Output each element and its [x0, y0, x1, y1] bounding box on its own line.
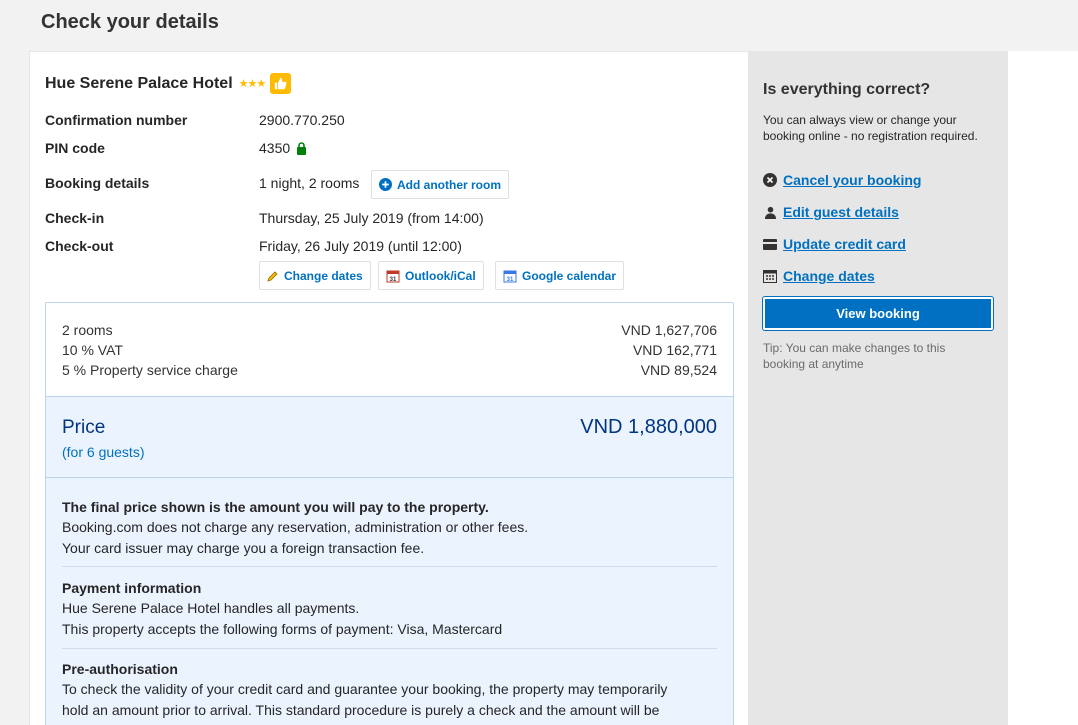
final-price-line: Your card issuer may charge you a foreig… [62, 540, 425, 556]
cancel-circle-icon [763, 173, 777, 187]
fee-row: 2 rooms VND 1,627,706 [62, 322, 717, 338]
confirmation-number-value: 2900.770.250 [259, 112, 345, 128]
final-price-title: The final price shown is the amount you … [62, 499, 489, 515]
final-price-line: Booking.com does not charge any reservat… [62, 519, 529, 535]
final-price-section: The final price shown is the amount you … [62, 497, 717, 559]
hotel-name[interactable]: Hue Serene Palace Hotel [45, 75, 233, 93]
booking-details-card: Hue Serene Palace Hotel ★★★ Confirmation… [29, 51, 749, 725]
payment-info-line: Hue Serene Palace Hotel handles all paym… [62, 600, 360, 616]
add-another-room-button[interactable]: Add another room [371, 170, 509, 199]
edit-guest-details-link[interactable]: Edit guest details [763, 204, 899, 220]
payment-info-line: This property accepts the following form… [62, 621, 503, 637]
cancel-booking-link[interactable]: Cancel your booking [763, 172, 921, 188]
calendar-grid-icon [763, 269, 777, 283]
plus-circle-icon [379, 178, 392, 191]
fee-amount: VND 162,771 [632, 342, 717, 358]
edit-guest-details-label: Edit guest details [783, 204, 899, 220]
update-credit-card-link[interactable]: Update credit card [763, 236, 906, 252]
change-dates-link-label: Change dates [783, 268, 875, 284]
divider [62, 566, 717, 567]
booking-details-label: Booking details [45, 175, 150, 191]
tip-text: Tip: You can make changes to this bookin… [763, 341, 946, 371]
thumbs-up-icon [270, 73, 292, 94]
booking-details-value: 1 night, 2 rooms [259, 175, 360, 191]
view-booking-button[interactable]: View booking [763, 297, 993, 330]
pin-code-value: 4350 [259, 140, 291, 156]
preauth-line: To check the validity of your credit car… [62, 681, 668, 697]
fee-label: 10 % VAT [62, 342, 123, 358]
divider [62, 648, 717, 649]
price-label: Price [62, 417, 106, 438]
person-icon [763, 205, 777, 219]
fee-row: 10 % VAT VND 162,771 [62, 342, 717, 358]
pin-code-label: PIN code [45, 140, 105, 156]
preauth-line: hold an amount prior to arrival. This st… [62, 702, 660, 718]
change-dates-label: Change dates [284, 268, 363, 283]
right-margin [1008, 51, 1078, 725]
google-calendar-button[interactable]: 31 Google calendar [495, 261, 625, 290]
fee-amount: VND 89,524 [640, 362, 717, 378]
outlook-ical-label: Outlook/iCal [405, 268, 476, 283]
google-calendar-icon: 31 [503, 270, 517, 283]
payment-info-title: Payment information [62, 580, 202, 596]
credit-card-icon [763, 237, 777, 251]
pin-code-row: 4350 [259, 140, 307, 156]
star-rating-icon: ★★★ [238, 78, 267, 90]
price-guests: (for 6 guests) [62, 444, 145, 460]
price-summary-box: 2 rooms VND 1,627,706 10 % VAT VND 162,7… [45, 302, 734, 725]
svg-text:31: 31 [390, 277, 397, 283]
fee-amount: VND 1,627,706 [621, 322, 717, 338]
svg-text:31: 31 [507, 277, 514, 283]
change-dates-link[interactable]: Change dates [763, 268, 875, 284]
side-panel-description: You can always view or change your booki… [763, 113, 978, 143]
lock-icon [297, 141, 307, 155]
preauth-section: Pre-authorisation To check the validity … [62, 659, 717, 721]
side-panel-title: Is everything correct? [763, 81, 931, 98]
change-dates-button[interactable]: Change dates [259, 261, 371, 290]
hotel-name-row: Hue Serene Palace Hotel ★★★ [45, 73, 292, 94]
price-total-band: Price (for 6 guests) VND 1,880,000 [46, 396, 733, 478]
booking-actions-panel: Is everything correct? You can always vi… [749, 51, 1008, 725]
outlook-ical-button[interactable]: 31 Outlook/iCal [378, 261, 484, 290]
price-total: VND 1,880,000 [580, 416, 717, 438]
google-calendar-label: Google calendar [522, 268, 617, 283]
check-out-value: Friday, 26 July 2019 (until 12:00) [259, 238, 462, 254]
preauth-title: Pre-authorisation [62, 661, 178, 677]
add-another-room-label: Add another room [397, 177, 501, 192]
confirmation-number-label: Confirmation number [45, 112, 188, 128]
check-in-value: Thursday, 25 July 2019 (from 14:00) [259, 210, 484, 226]
calendar-icon: 31 [386, 270, 400, 283]
check-out-label: Check-out [45, 238, 114, 254]
page-title: Check your details [41, 11, 219, 33]
cancel-booking-label: Cancel your booking [783, 172, 922, 188]
pencil-icon [267, 270, 278, 282]
payment-info-section: Payment information Hue Serene Palace Ho… [62, 578, 717, 640]
check-in-label: Check-in [45, 210, 105, 226]
fee-label: 5 % Property service charge [62, 362, 238, 378]
price-info-area: The final price shown is the amount you … [46, 478, 733, 725]
fee-row: 5 % Property service charge VND 89,524 [62, 362, 717, 378]
update-credit-card-label: Update credit card [783, 236, 906, 252]
fee-label: 2 rooms [62, 322, 113, 338]
